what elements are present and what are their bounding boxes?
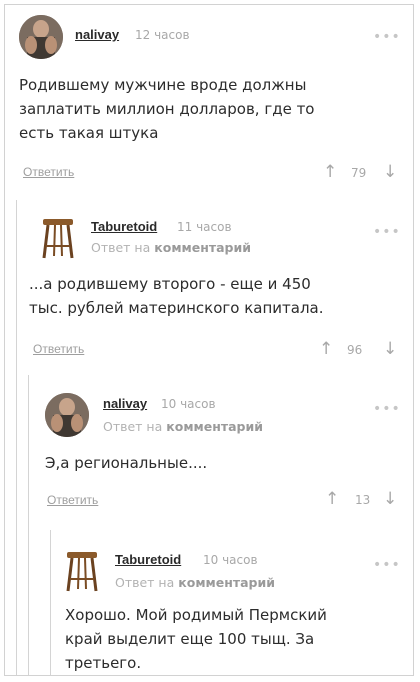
comment-text: Родившему мужчине вроде должны заплатить… [19,76,315,142]
reply-to-link[interactable]: Ответ на комментарий [91,240,251,255]
username[interactable]: nalivay [103,396,147,411]
comment: nalivay 12 часов ••• Родившему мужчине в… [5,5,413,195]
downvote-icon[interactable]: ↓ [383,341,397,358]
downvote-icon[interactable]: ↓ [383,164,397,181]
comment-text: ...а родившему второго - еще и 450 тыс. … [29,275,324,317]
upvote-icon[interactable]: ↑ [319,341,333,358]
stool-icon[interactable] [65,549,99,593]
avatar[interactable] [45,393,89,437]
comment: nalivay 10 часов Ответ на комментарий ••… [5,377,413,527]
comment: Taburetoid 11 часов Ответ на комментарий… [5,200,413,370]
more-menu-icon[interactable]: ••• [373,401,401,417]
username[interactable]: Taburetoid [91,219,157,234]
more-menu-icon[interactable]: ••• [373,29,401,45]
vote-count: 79 [351,166,367,180]
comment-text: Хорошо. Мой родимый Пермский край выдели… [65,606,327,672]
vote-count: 96 [347,343,363,357]
comment-text: Э,а региональные.... [45,454,208,472]
downvote-icon[interactable]: ↓ [383,491,397,508]
timestamp: 12 часов [135,28,190,42]
reply-button[interactable]: Ответить [33,342,84,356]
timestamp: 11 часов [177,220,232,234]
comment: Taburetoid 10 часов Ответ на комментарий… [5,535,413,675]
upvote-icon[interactable]: ↑ [325,491,339,508]
reply-button[interactable]: Ответить [23,165,74,179]
more-menu-icon[interactable]: ••• [373,557,401,573]
reply-button[interactable]: Ответить [47,493,98,507]
stool-icon[interactable] [41,216,75,260]
username[interactable]: nalivay [75,27,119,42]
reply-to-link[interactable]: Ответ на комментарий [115,575,275,590]
timestamp: 10 часов [161,397,216,411]
avatar[interactable] [19,15,63,59]
username[interactable]: Taburetoid [115,552,181,567]
upvote-icon[interactable]: ↑ [323,164,337,181]
more-menu-icon[interactable]: ••• [373,224,401,240]
reply-to-link[interactable]: Ответ на комментарий [103,419,263,434]
timestamp: 10 часов [203,553,258,567]
comments-thread: nalivay 12 часов ••• Родившему мужчине в… [4,4,414,676]
vote-count: 13 [355,493,371,507]
